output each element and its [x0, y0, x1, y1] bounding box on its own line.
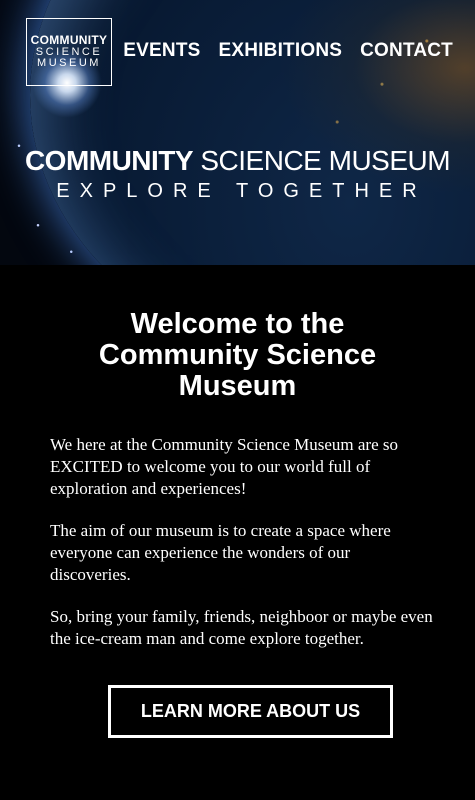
- intro-paragraph-2: The aim of our museum is to create a spa…: [50, 521, 391, 584]
- nav-link-contact[interactable]: CONTACT: [360, 40, 453, 62]
- hero-title: COMMUNITY SCIENCE MUSEUM: [0, 145, 475, 177]
- hero-banner: COMMUNITY SCIENCE MUSEUM EVENTS EXHIBITI…: [0, 0, 475, 265]
- nav-link-events[interactable]: EVENTS: [123, 40, 200, 62]
- intro-paragraph-3: So, bring your family, friends, neighboo…: [50, 607, 433, 648]
- hero-title-rest: SCIENCE MUSEUM: [193, 145, 451, 176]
- welcome-section: Welcome to the Community Science Museum …: [0, 265, 475, 800]
- museum-logo[interactable]: COMMUNITY SCIENCE MUSEUM: [26, 18, 112, 86]
- intro-paragraph-1: We here at the Community Science Museum …: [50, 435, 398, 498]
- learn-more-button[interactable]: LEARN MORE ABOUT US: [108, 685, 393, 738]
- logo-line-3: MUSEUM: [37, 57, 101, 70]
- hero-tagline: EXPLORE TOGETHER: [56, 180, 427, 202]
- welcome-heading: Welcome to the Community Science Museum: [98, 308, 377, 402]
- nav-link-exhibitions[interactable]: EXHIBITIONS: [219, 40, 343, 62]
- hero-title-bold: COMMUNITY: [24, 145, 194, 176]
- logo-line-1: COMMUNITY: [30, 33, 108, 48]
- main-nav: EVENTS EXHIBITIONS CONTACT: [123, 40, 453, 62]
